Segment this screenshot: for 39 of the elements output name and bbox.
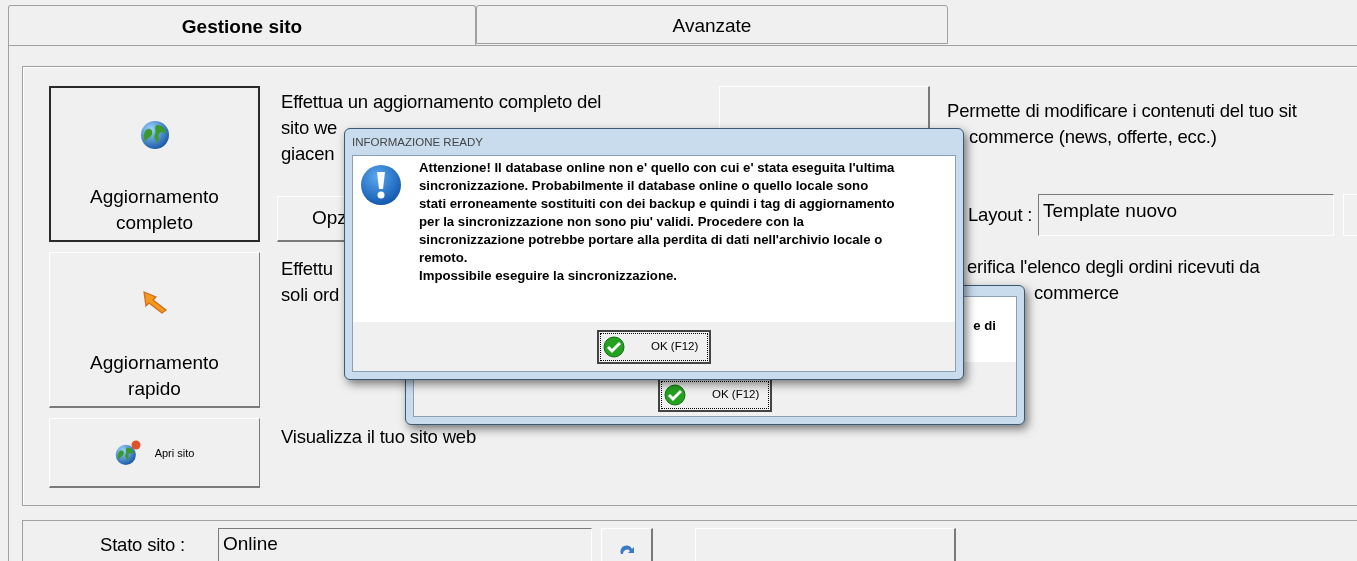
site-button[interactable] [695,528,956,561]
globe-icon [139,120,170,150]
dialog-message: remoto. [419,249,469,267]
ok-button[interactable]: OK (F12) [658,378,772,412]
description-text: erifica l'elenco degli ordini ricevuti da [967,255,1260,279]
layout-field[interactable]: Template nuovo [1038,194,1334,236]
dialog-message: stati erroneamente sostituiti con dei backup e quindi i tag di aggiornamento [419,195,895,213]
globe-icon [114,439,141,466]
dialog-title: INFORMAZIONE READY [352,136,483,148]
description-text: sito we [281,116,338,140]
description-text: Effettu [281,257,333,281]
field-label: Stato sito : [100,533,186,557]
description-text: Effettua un aggiornamento completo del [281,90,602,114]
description-text: commerce [1033,281,1119,305]
status-field[interactable]: Online [218,528,592,561]
action-button[interactable]: Apri sito [49,418,260,488]
description-text: soli ord [281,283,340,307]
info-icon [360,164,402,206]
dialog-message: e di [973,317,996,335]
refresh-button[interactable] [601,528,653,561]
check-icon [603,336,625,358]
dialog-message: Impossibile eseguire la sincronizzazione. [419,267,678,285]
tab[interactable]: Avanzate [476,5,948,44]
dialog-message: per la sincronizzazione non sono piu' validi. Procedere con la [419,213,805,231]
description-text: Permette di modificare i contenuti del tuo sit [947,99,1297,123]
ok-button[interactable]: OK (F12) [597,330,711,364]
refresh-icon [618,544,635,557]
description-text: commerce (news, offerte, ecc.) [968,125,1217,149]
tab[interactable]: Gestione sito [8,5,476,46]
description-text: Visualizza il tuo sito web [281,425,476,449]
action-button[interactable]: Aggiornamento rapido [49,252,260,408]
description-text: giacen [281,142,335,166]
action-button[interactable]: Aggiornamento completo [49,86,260,242]
dialog-message: sincronizzazione. Probabilmente il database online o quello locale sono [419,177,870,195]
dialog-message: Attenzione! Il database online non e' quello con cui e' stata eseguita l'ultima [419,159,895,177]
field-label: Layout : [968,203,1034,227]
option-button[interactable]: Opz [277,196,347,242]
dialog-message: sincronizzazione potrebbe portare alla perdita di dati nell'archivio locale o [419,231,884,249]
check-icon [664,384,686,406]
